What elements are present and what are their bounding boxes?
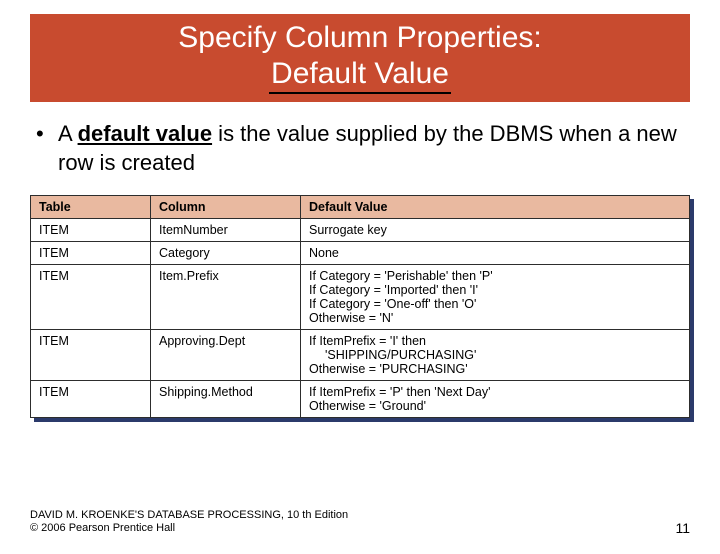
- table-row: ITEMCategory None: [31, 242, 690, 265]
- header-table: Table: [31, 196, 151, 219]
- table-row: ITEMItem.PrefixIf Category = 'Perishable…: [31, 265, 690, 330]
- cell-default-line: 'SHIPPING/PURCHASING': [309, 348, 681, 362]
- cell-table: ITEM: [31, 330, 151, 381]
- cell-default-line: Surrogate key: [309, 223, 681, 237]
- cell-default-line: If Category = 'Perishable' then 'P': [309, 269, 681, 283]
- cell-column: ItemNumber: [151, 219, 301, 242]
- slide-title-band: Specify Column Properties: Default Value: [30, 14, 690, 102]
- bullet-prefix: A: [58, 121, 78, 146]
- cell-column: Shipping.Method: [151, 381, 301, 418]
- cell-default-line: If ItemPrefix = 'P' then 'Next Day': [309, 385, 681, 399]
- header-default-value: Default Value: [301, 196, 690, 219]
- cell-default-value: Surrogate key: [301, 219, 690, 242]
- page-number: 11: [675, 520, 690, 536]
- default-values-table: Table Column Default Value ITEMItemNumbe…: [30, 195, 690, 418]
- cell-default-value: If ItemPrefix = 'I' then'SHIPPING/PURCHA…: [301, 330, 690, 381]
- cell-default-line: Otherwise = 'PURCHASING': [309, 362, 681, 376]
- cell-table: ITEM: [31, 219, 151, 242]
- table-row: ITEMShipping.MethodIf ItemPrefix = 'P' t…: [31, 381, 690, 418]
- table-row: ITEMItemNumber Surrogate key: [31, 219, 690, 242]
- cell-default-line: If Category = 'Imported' then 'I': [309, 283, 681, 297]
- cell-table: ITEM: [31, 242, 151, 265]
- cell-column: Approving.Dept: [151, 330, 301, 381]
- title-line-2: Default Value: [269, 56, 451, 94]
- cell-default-line: None: [309, 246, 681, 260]
- cell-default-value: If Category = 'Perishable' then 'P'If Ca…: [301, 265, 690, 330]
- title-line-1: Specify Column Properties:: [178, 21, 542, 54]
- footer-line-2: © 2006 Pearson Prentice Hall: [30, 522, 175, 534]
- table-row: ITEMApproving.DeptIf ItemPrefix = 'I' th…: [31, 330, 690, 381]
- cell-table: ITEM: [31, 265, 151, 330]
- cell-default-line: Otherwise = 'N': [309, 311, 681, 325]
- footer-attribution: DAVID M. KROENKE'S DATABASE PROCESSING, …: [30, 509, 348, 537]
- cell-default-value: None: [301, 242, 690, 265]
- table-body: ITEMItemNumberSurrogate keyITEMCategoryN…: [31, 219, 690, 418]
- bullet-area: • A default value is the value supplied …: [30, 120, 690, 177]
- slide-footer: DAVID M. KROENKE'S DATABASE PROCESSING, …: [30, 509, 690, 537]
- bullet-text: A default value is the value supplied by…: [58, 120, 690, 177]
- cell-default-value: If ItemPrefix = 'P' then 'Next Day'Other…: [301, 381, 690, 418]
- cell-default-line: Otherwise = 'Ground': [309, 399, 681, 413]
- bullet-item: • A default value is the value supplied …: [30, 120, 690, 177]
- cell-column: Item.Prefix: [151, 265, 301, 330]
- default-values-table-wrap: Table Column Default Value ITEMItemNumbe…: [30, 195, 690, 418]
- bullet-key-term: default value: [78, 121, 212, 146]
- footer-line-1: DAVID M. KROENKE'S DATABASE PROCESSING, …: [30, 509, 348, 521]
- cell-default-line: If Category = 'One-off' then 'O': [309, 297, 681, 311]
- cell-column: Category: [151, 242, 301, 265]
- bullet-marker: •: [30, 120, 58, 149]
- cell-default-line: If ItemPrefix = 'I' then: [309, 334, 681, 348]
- cell-table: ITEM: [31, 381, 151, 418]
- slide-title: Specify Column Properties: Default Value: [30, 20, 690, 94]
- table-header-row: Table Column Default Value: [31, 196, 690, 219]
- header-column: Column: [151, 196, 301, 219]
